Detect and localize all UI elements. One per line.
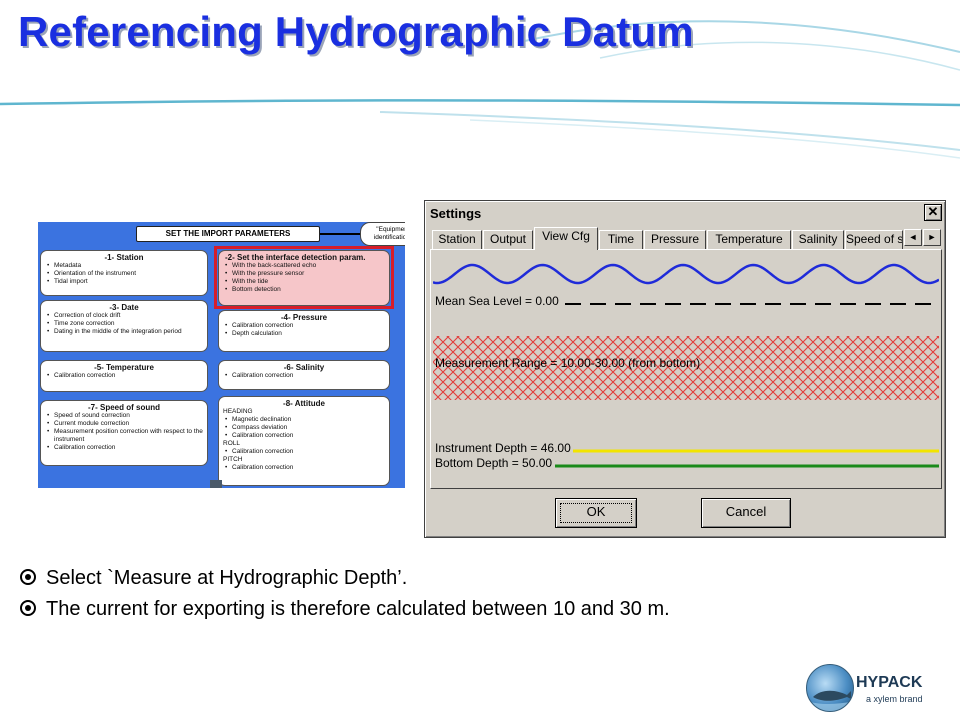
view-cfg-panel: Mean Sea Level = 0.00 Measurement Range …: [430, 249, 942, 489]
box-item: Correction of clock drift: [45, 312, 203, 320]
box-item: Calibration correction: [45, 444, 203, 452]
box-item: Compass deviation: [223, 424, 385, 432]
logo-name: HYPACK: [856, 674, 923, 691]
tab-view-cfg[interactable]: View Cfg: [534, 227, 598, 250]
bullet-icon: [20, 569, 36, 585]
box-title: -6- Salinity: [283, 363, 325, 372]
box-title: -3- Date: [109, 303, 139, 312]
equipment-note: "Equipment identification": [360, 222, 405, 246]
group-label: HEADING: [223, 408, 253, 415]
box-item: Measurement position correction with res…: [45, 428, 203, 444]
tab-scroll-left-icon[interactable]: ◄: [904, 229, 922, 246]
group-label: PITCH: [223, 456, 243, 463]
tab-speed-of-sound[interactable]: Speed of s: [845, 230, 903, 249]
diagram-box-station: -1- Station Metadata Orientation of the …: [40, 250, 208, 296]
tab-salinity[interactable]: Salinity: [792, 230, 844, 249]
tab-pressure[interactable]: Pressure: [644, 230, 706, 249]
bullet-text: The current for exporting is therefore c…: [46, 598, 670, 620]
box-title: -7- Speed of sound: [88, 403, 160, 412]
diagram-box-pressure: -4- Pressure Calibration correction Dept…: [218, 310, 390, 352]
sea-surface-wave: [433, 263, 939, 285]
box-item: Depth calculation: [223, 330, 385, 338]
focus-ring: [560, 503, 632, 523]
instrument-depth-label: Instrument Depth = 46.00: [435, 441, 571, 455]
mean-sea-level-label: Mean Sea Level = 0.00: [435, 294, 559, 308]
box-item: Calibration correction: [223, 448, 385, 456]
tab-output[interactable]: Output: [483, 230, 533, 249]
logo-tagline: a xylem brand: [866, 694, 923, 704]
box-item: Tidal import: [45, 278, 203, 286]
highlight-frame: [214, 246, 394, 309]
tab-strip: Station Output View Cfg Time Pressure Te…: [430, 227, 942, 250]
diagram-box-temperature: -5- Temperature Calibration correction: [40, 360, 208, 392]
box-item: Current module correction: [45, 420, 203, 428]
import-parameters-diagram: SET THE IMPORT PARAMETERS "Equipment ide…: [38, 222, 405, 488]
bullet-text: Select `Measure at Hydrographic Depth’.: [46, 567, 408, 589]
box-title: -8- Attitude: [283, 399, 325, 408]
diagram-header: SET THE IMPORT PARAMETERS: [136, 226, 320, 242]
slide-title: Referencing Hydrographic Datum: [18, 8, 694, 55]
logo-globe-icon: [806, 664, 854, 712]
box-title: -5- Temperature: [94, 363, 154, 372]
box-item: Calibration correction: [223, 372, 385, 380]
diagram-box-salinity: -6- Salinity Calibration correction: [218, 360, 390, 390]
diagram-box-attitude: -8- Attitude HEADING Magnetic declinatio…: [218, 396, 390, 486]
tab-time[interactable]: Time: [599, 230, 643, 249]
settings-dialog: Settings ✕ Station Output View Cfg Time …: [424, 200, 946, 538]
cancel-button[interactable]: Cancel: [701, 498, 791, 528]
box-item: Calibration correction: [223, 432, 385, 440]
diagram-box-date: -3- Date Correction of clock drift Time …: [40, 300, 208, 352]
bullet-item: The current for exporting is therefore c…: [20, 598, 670, 621]
box-item: Speed of sound correction: [45, 412, 203, 420]
bullet-item: Select `Measure at Hydrographic Depth’.: [20, 567, 407, 590]
diagram-box-speed-of-sound: -7- Speed of sound Speed of sound correc…: [40, 400, 208, 466]
close-icon[interactable]: ✕: [924, 204, 942, 221]
measurement-range-label: Measurement Range = 10.00-30.00 (from bo…: [435, 356, 701, 370]
box-item: Time zone correction: [45, 320, 203, 328]
bottom-depth-label: Bottom Depth = 50.00: [435, 456, 553, 470]
box-title: -1- Station: [104, 253, 144, 262]
bullet-icon: [20, 600, 36, 616]
box-item: Dating in the middle of the integration …: [45, 328, 203, 336]
box-item: Magnetic declination: [223, 416, 385, 424]
tab-station[interactable]: Station: [432, 230, 482, 249]
box-item: Calibration correction: [223, 464, 385, 472]
group-label: ROLL: [223, 440, 240, 447]
logo-whale-icon: [807, 690, 853, 711]
hypack-logo: HYPACK a xylem brand: [806, 664, 956, 716]
box-item: Calibration correction: [45, 372, 203, 380]
box-item: Metadata: [45, 262, 203, 270]
diagram-corner-block: [210, 480, 222, 488]
box-item: Orientation of the instrument: [45, 270, 203, 278]
ok-button[interactable]: OK: [555, 498, 637, 528]
tab-temperature[interactable]: Temperature: [707, 230, 791, 249]
box-title: -4- Pressure: [280, 313, 328, 322]
dialog-title: Settings: [427, 203, 943, 225]
box-item: Calibration correction: [223, 322, 385, 330]
tab-scroll-right-icon[interactable]: ►: [923, 229, 941, 246]
